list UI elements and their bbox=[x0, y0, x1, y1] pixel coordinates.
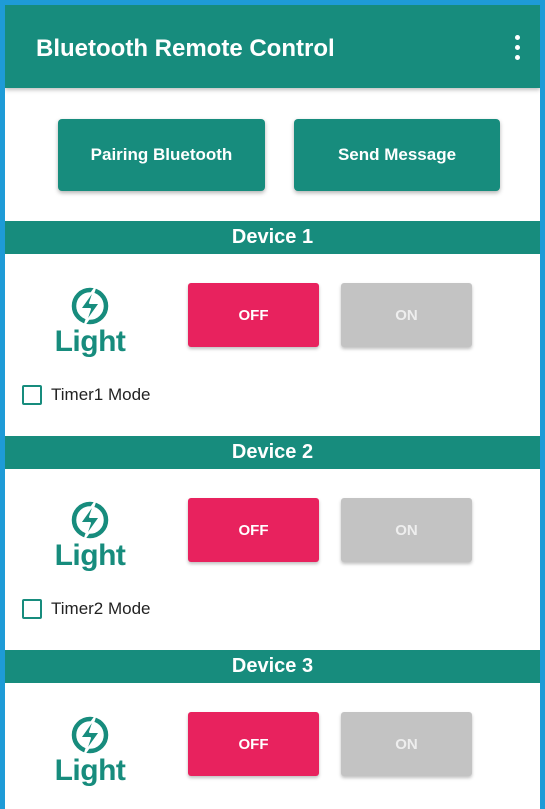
app-screen: Bluetooth Remote Control Pairing Bluetoo… bbox=[0, 0, 545, 809]
app-bar: Bluetooth Remote Control bbox=[5, 5, 540, 88]
light-logo: Light bbox=[52, 499, 128, 581]
timer1-mode-checkbox[interactable]: Timer1 Mode bbox=[22, 383, 151, 407]
lightning-bolt-icon bbox=[71, 287, 109, 325]
device-2-on-button[interactable]: ON bbox=[341, 498, 472, 562]
device-1-header: Device 1 bbox=[5, 221, 540, 254]
light-logo: Light bbox=[52, 285, 128, 367]
app-title: Bluetooth Remote Control bbox=[36, 35, 335, 62]
device-2-off-button[interactable]: OFF bbox=[188, 498, 319, 562]
timer2-mode-checkbox[interactable]: Timer2 Mode bbox=[22, 597, 151, 621]
pairing-bluetooth-button[interactable]: Pairing Bluetooth bbox=[58, 119, 265, 191]
more-vert-icon[interactable] bbox=[503, 31, 531, 65]
checkbox-box[interactable] bbox=[22, 385, 42, 405]
send-message-button[interactable]: Send Message bbox=[294, 119, 500, 191]
device-3-on-button[interactable]: ON bbox=[341, 712, 472, 776]
device-2-header: Device 2 bbox=[5, 436, 540, 469]
lightning-bolt-icon bbox=[71, 716, 109, 754]
lightning-bolt-icon bbox=[71, 501, 109, 539]
light-logo: Light bbox=[52, 714, 128, 796]
device-3-off-button[interactable]: OFF bbox=[188, 712, 319, 776]
timer2-mode-label: Timer2 Mode bbox=[51, 599, 151, 618]
light-logo-text: Light bbox=[54, 325, 126, 358]
device-1-off-button[interactable]: OFF bbox=[188, 283, 319, 347]
timer1-mode-label: Timer1 Mode bbox=[51, 385, 151, 404]
checkbox-box[interactable] bbox=[22, 599, 42, 619]
device-1-on-button[interactable]: ON bbox=[341, 283, 472, 347]
light-logo-text: Light bbox=[54, 754, 126, 787]
light-logo-text: Light bbox=[54, 539, 126, 572]
device-3-header: Device 3 bbox=[5, 650, 540, 683]
